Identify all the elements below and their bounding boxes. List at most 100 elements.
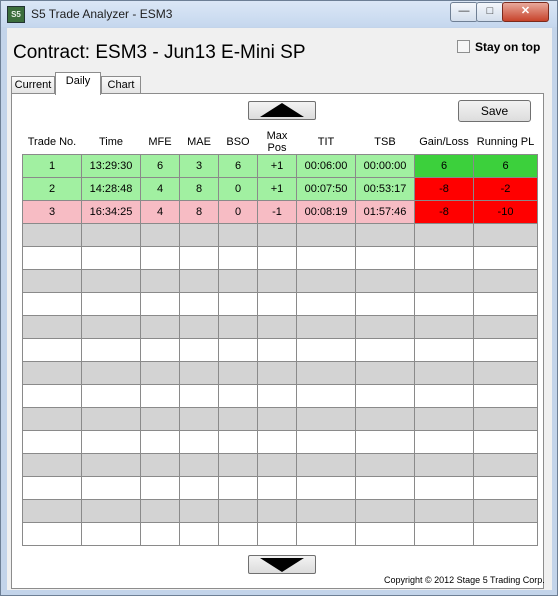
empty-cell[interactable]: [22, 522, 82, 546]
empty-cell[interactable]: [22, 269, 82, 293]
empty-cell[interactable]: [257, 223, 297, 247]
empty-cell[interactable]: [473, 476, 538, 500]
empty-cell[interactable]: [296, 361, 356, 385]
empty-cell[interactable]: [473, 384, 538, 408]
empty-cell[interactable]: [22, 384, 82, 408]
cell-time[interactable]: 13:29:30: [81, 154, 141, 178]
empty-cell[interactable]: [257, 338, 297, 362]
empty-cell[interactable]: [81, 361, 141, 385]
tab-current[interactable]: Current: [11, 76, 55, 94]
empty-cell[interactable]: [179, 453, 219, 477]
empty-cell[interactable]: [473, 338, 538, 362]
empty-cell[interactable]: [296, 246, 356, 270]
empty-cell[interactable]: [355, 476, 415, 500]
empty-cell[interactable]: [22, 476, 82, 500]
empty-cell[interactable]: [179, 361, 219, 385]
table-row[interactable]: [22, 223, 538, 247]
empty-cell[interactable]: [218, 315, 258, 339]
cell-bso[interactable]: 0: [218, 177, 258, 201]
empty-cell[interactable]: [355, 499, 415, 523]
table-row[interactable]: 1 13:29:30 6 3 6 +1 00:06:00 00:00:00 6 …: [22, 154, 538, 178]
empty-cell[interactable]: [81, 269, 141, 293]
empty-cell[interactable]: [414, 269, 474, 293]
empty-cell[interactable]: [414, 384, 474, 408]
cell-tit[interactable]: 00:06:00: [296, 154, 356, 178]
empty-cell[interactable]: [81, 430, 141, 454]
empty-cell[interactable]: [257, 453, 297, 477]
cell-gain-loss[interactable]: -8: [414, 200, 474, 224]
cell-tsb[interactable]: 00:00:00: [355, 154, 415, 178]
empty-cell[interactable]: [179, 430, 219, 454]
empty-cell[interactable]: [22, 315, 82, 339]
empty-cell[interactable]: [140, 522, 180, 546]
empty-cell[interactable]: [218, 361, 258, 385]
empty-cell[interactable]: [218, 338, 258, 362]
cell-gain-loss[interactable]: 6: [414, 154, 474, 178]
close-button[interactable]: ✕: [502, 2, 549, 22]
empty-cell[interactable]: [296, 453, 356, 477]
checkbox-box[interactable]: [457, 40, 470, 53]
empty-cell[interactable]: [179, 223, 219, 247]
table-row[interactable]: [22, 522, 538, 546]
empty-cell[interactable]: [355, 292, 415, 316]
empty-cell[interactable]: [296, 223, 356, 247]
empty-cell[interactable]: [140, 476, 180, 500]
table-row[interactable]: [22, 246, 538, 270]
empty-cell[interactable]: [81, 407, 141, 431]
cell-trade-no[interactable]: 3: [22, 200, 82, 224]
empty-cell[interactable]: [257, 384, 297, 408]
empty-cell[interactable]: [140, 407, 180, 431]
empty-cell[interactable]: [22, 292, 82, 316]
empty-cell[interactable]: [218, 269, 258, 293]
empty-cell[interactable]: [22, 223, 82, 247]
table-row[interactable]: 2 14:28:48 4 8 0 +1 00:07:50 00:53:17 -8…: [22, 177, 538, 201]
empty-cell[interactable]: [179, 499, 219, 523]
empty-cell[interactable]: [414, 315, 474, 339]
stay-on-top-checkbox[interactable]: Stay on top: [457, 40, 540, 54]
empty-cell[interactable]: [140, 338, 180, 362]
table-row[interactable]: [22, 453, 538, 477]
empty-cell[interactable]: [296, 315, 356, 339]
column-header[interactable]: Max Pos: [258, 130, 297, 155]
empty-cell[interactable]: [218, 223, 258, 247]
empty-cell[interactable]: [218, 292, 258, 316]
empty-cell[interactable]: [414, 292, 474, 316]
empty-cell[interactable]: [355, 453, 415, 477]
cell-time[interactable]: 14:28:48: [81, 177, 141, 201]
empty-cell[interactable]: [473, 453, 538, 477]
cell-trade-no[interactable]: 2: [22, 177, 82, 201]
empty-cell[interactable]: [296, 407, 356, 431]
empty-cell[interactable]: [473, 269, 538, 293]
empty-cell[interactable]: [414, 476, 474, 500]
empty-cell[interactable]: [414, 522, 474, 546]
cell-time[interactable]: 16:34:25: [81, 200, 141, 224]
empty-cell[interactable]: [473, 407, 538, 431]
cell-tsb[interactable]: 00:53:17: [355, 177, 415, 201]
empty-cell[interactable]: [22, 338, 82, 362]
empty-cell[interactable]: [140, 315, 180, 339]
empty-cell[interactable]: [218, 453, 258, 477]
empty-cell[interactable]: [179, 476, 219, 500]
empty-cell[interactable]: [218, 384, 258, 408]
column-header[interactable]: Running PL: [474, 130, 538, 155]
empty-cell[interactable]: [414, 338, 474, 362]
empty-cell[interactable]: [179, 338, 219, 362]
empty-cell[interactable]: [296, 384, 356, 408]
column-header[interactable]: TSB: [356, 130, 415, 155]
cell-tit[interactable]: 00:08:19: [296, 200, 356, 224]
empty-cell[interactable]: [257, 522, 297, 546]
empty-cell[interactable]: [22, 453, 82, 477]
column-header[interactable]: BSO: [219, 130, 258, 155]
empty-cell[interactable]: [414, 430, 474, 454]
empty-cell[interactable]: [473, 292, 538, 316]
empty-cell[interactable]: [81, 315, 141, 339]
cell-tit[interactable]: 00:07:50: [296, 177, 356, 201]
cell-mfe[interactable]: 4: [140, 200, 180, 224]
cell-mae[interactable]: 8: [179, 177, 219, 201]
empty-cell[interactable]: [257, 269, 297, 293]
empty-cell[interactable]: [179, 407, 219, 431]
empty-cell[interactable]: [355, 407, 415, 431]
empty-cell[interactable]: [81, 223, 141, 247]
table-row[interactable]: [22, 476, 538, 500]
empty-cell[interactable]: [140, 246, 180, 270]
